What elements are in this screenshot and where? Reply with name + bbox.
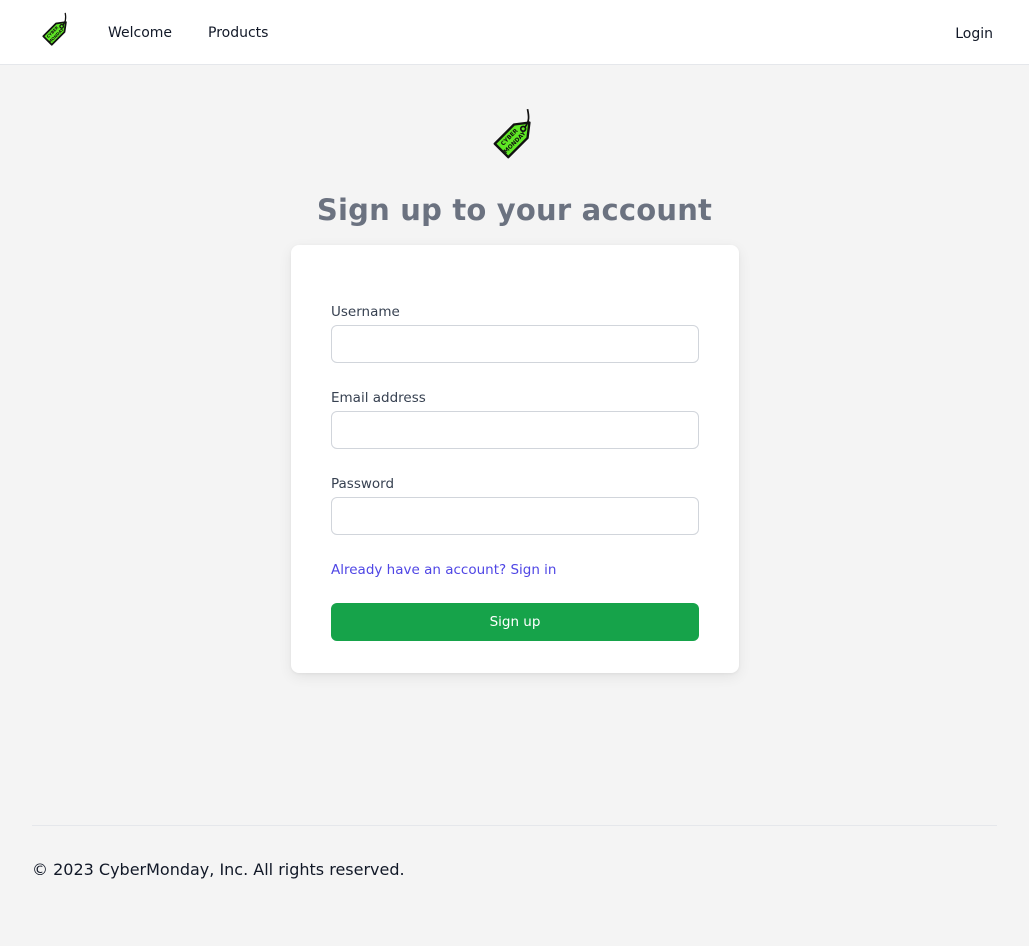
nav-welcome-link[interactable]: Welcome (108, 25, 172, 41)
signup-button[interactable]: Sign up (331, 603, 699, 641)
username-input[interactable] (331, 325, 699, 363)
cyber-monday-tag-icon: CYBER MONDAY (493, 108, 531, 159)
email-label: Email address (331, 390, 426, 406)
password-label: Password (331, 476, 395, 492)
footer-copyright: © 2023 CyberMonday, Inc. All rights rese… (32, 860, 405, 879)
top-nav-bar: CYBER MONDAY Welcome Products Login (0, 0, 1029, 65)
page-title: Sign up to your account (316, 193, 713, 227)
nav-products-link[interactable]: Products (208, 25, 268, 41)
footer-divider (32, 825, 997, 826)
signup-card: Username Email address Password Already … (291, 245, 739, 673)
cyber-monday-logo-icon[interactable]: CYBER MONDAY (31, 7, 81, 57)
password-input[interactable] (331, 497, 699, 535)
email-input[interactable] (331, 411, 699, 449)
username-label: Username (331, 304, 400, 320)
nav-login-link[interactable]: Login (955, 26, 993, 42)
signin-link[interactable]: Already have an account? Sign in (331, 562, 557, 578)
